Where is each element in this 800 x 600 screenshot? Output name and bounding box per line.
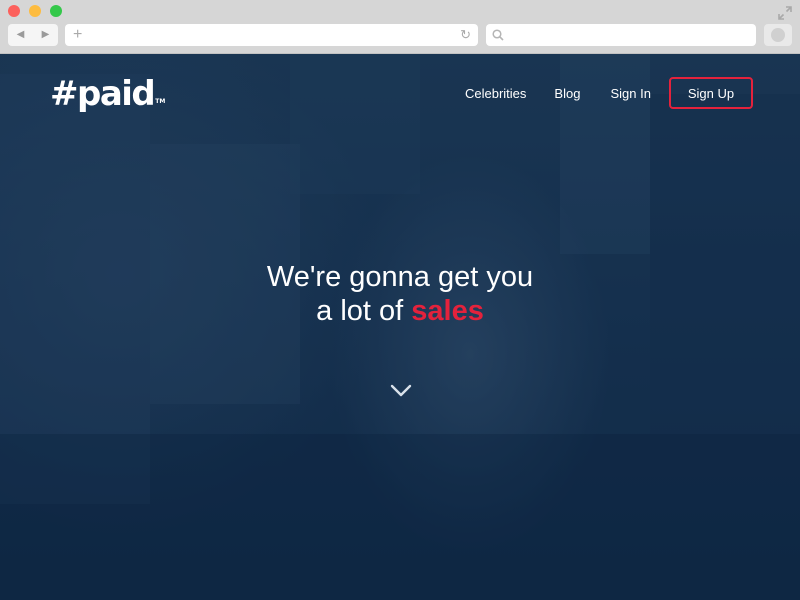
fullscreen-icon[interactable] <box>778 6 792 20</box>
hero-line-2: a lot of sales <box>0 294 800 328</box>
logo-trademark: TM <box>155 98 166 105</box>
extension-button[interactable] <box>764 24 792 46</box>
hero-accent-word: sales <box>411 295 484 327</box>
site-logo[interactable]: #paidTM <box>50 74 165 114</box>
sign-up-button[interactable]: Sign Up <box>669 77 753 109</box>
back-button[interactable]: ◀ <box>17 30 25 40</box>
browser-chrome: ◀ ▶ + ↻ <box>0 0 800 54</box>
history-nav-buttons: ◀ ▶ <box>8 24 58 46</box>
search-bar[interactable] <box>486 24 756 46</box>
nav-link-celebrities[interactable]: Celebrities <box>465 86 526 101</box>
window-controls <box>8 5 62 17</box>
address-bar[interactable]: + ↻ <box>65 24 478 46</box>
logo-text: #paid <box>50 74 156 114</box>
hero-line-2-prefix: a lot of <box>316 295 412 327</box>
forward-button[interactable]: ▶ <box>42 30 50 40</box>
nav-link-blog[interactable]: Blog <box>554 86 580 101</box>
reload-icon[interactable]: ↻ <box>460 26 471 44</box>
page-viewport: #paidTM Celebrities Blog Sign In Sign Up… <box>0 54 800 600</box>
main-nav: Celebrities Blog Sign In <box>465 86 651 101</box>
nav-link-sign-in[interactable]: Sign In <box>610 86 650 101</box>
close-window-button[interactable] <box>8 5 20 17</box>
new-tab-icon[interactable]: + <box>73 26 82 44</box>
search-icon <box>492 29 504 41</box>
hero-heading: We're gonna get you a lot of sales <box>0 260 800 328</box>
hero-line-1: We're gonna get you <box>266 261 534 293</box>
chevron-down-icon[interactable] <box>390 384 412 398</box>
minimize-window-button[interactable] <box>29 5 41 17</box>
maximize-window-button[interactable] <box>50 5 62 17</box>
extension-icon <box>771 28 785 42</box>
